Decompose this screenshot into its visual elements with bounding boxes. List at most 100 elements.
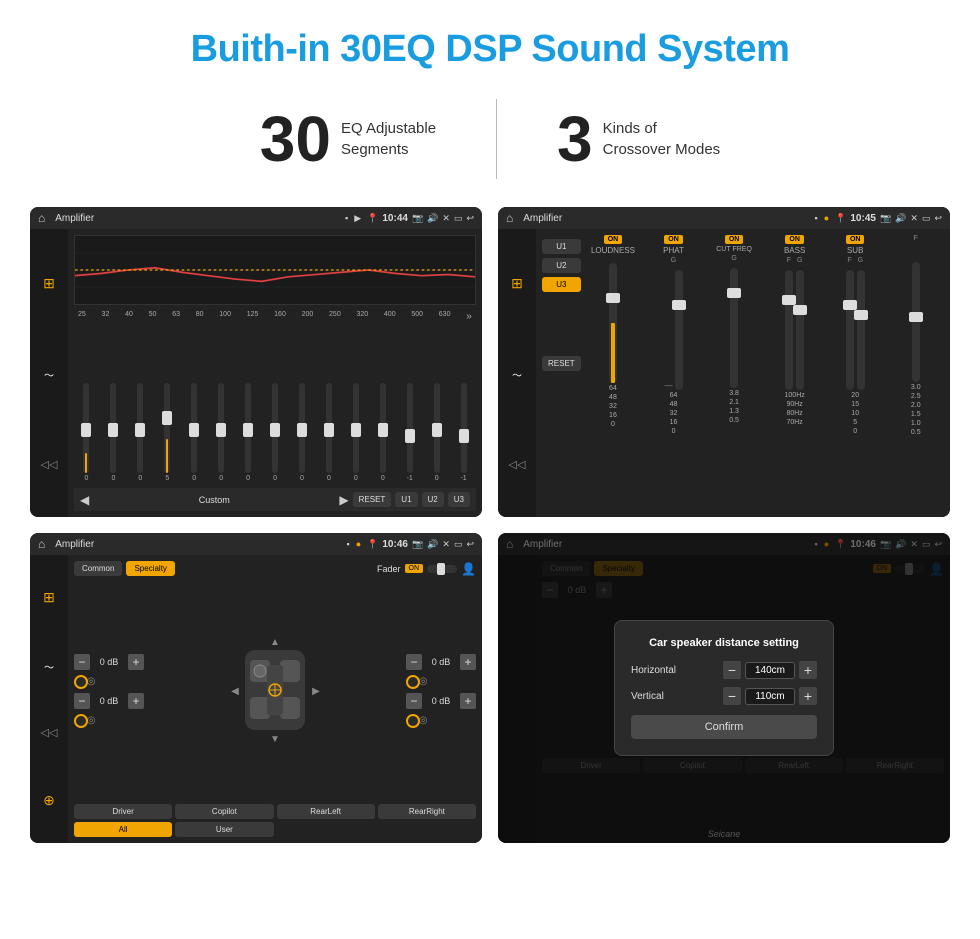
left-bot-minus[interactable]: − xyxy=(74,693,90,709)
spec-bt-icon[interactable]: ⊕ xyxy=(43,792,55,809)
eq-track-6[interactable] xyxy=(245,383,251,473)
eq-track-11[interactable] xyxy=(380,383,386,473)
ch-loudness-thumb[interactable] xyxy=(606,293,620,303)
ch-bass-thumb2[interactable] xyxy=(793,305,807,315)
play-icon-1[interactable]: ▶ xyxy=(354,213,361,224)
dialog-horizontal-plus[interactable]: + xyxy=(799,661,817,679)
crossover-wave-icon[interactable]: 〜 xyxy=(512,367,522,382)
left-top-plus[interactable]: + xyxy=(128,654,144,670)
eq-track-3[interactable] xyxy=(164,383,170,473)
ch-sub-thumb1[interactable] xyxy=(843,300,857,310)
home-icon-1[interactable]: ⌂ xyxy=(38,211,45,225)
crossover-eq-icon[interactable]: ⊞ xyxy=(511,275,523,292)
right-bot-plus[interactable]: + xyxy=(460,693,476,709)
spec-rearright-btn[interactable]: RearRight xyxy=(378,804,476,819)
speaker-dot-rl[interactable] xyxy=(74,714,88,728)
speaker-dot-rr[interactable] xyxy=(406,714,420,728)
ch-phat-thumb[interactable] xyxy=(672,300,686,310)
speaker-dot-fr[interactable] xyxy=(406,675,420,689)
ch-loudness-on[interactable]: ON xyxy=(604,235,623,244)
screen-icon-3[interactable]: ▭ xyxy=(454,539,463,550)
spec-eq-icon[interactable]: ⊞ xyxy=(43,589,55,606)
ch-sub-track2[interactable] xyxy=(857,270,865,390)
dialog-horizontal-minus[interactable]: − xyxy=(723,661,741,679)
speaker-dot-fl[interactable] xyxy=(74,675,88,689)
ch-phat-on[interactable]: ON xyxy=(664,235,683,244)
eq-reset-btn[interactable]: RESET xyxy=(353,492,392,507)
spec-specialty-tab[interactable]: Specialty xyxy=(126,561,174,576)
back-icon-2[interactable]: ↩ xyxy=(934,213,942,224)
screen-icon-2[interactable]: ▭ xyxy=(922,213,931,224)
ch-sub-thumb2[interactable] xyxy=(854,310,868,320)
spec-common-tab[interactable]: Common xyxy=(74,561,122,576)
dialog-vertical-minus[interactable]: − xyxy=(723,687,741,705)
eq-track-12[interactable] xyxy=(407,383,413,473)
eq-prev-btn[interactable]: ◀ xyxy=(80,493,89,507)
preset-u1-btn[interactable]: U1 xyxy=(542,239,581,254)
left-bot-plus[interactable]: + xyxy=(128,693,144,709)
crossover-reset-btn[interactable]: RESET xyxy=(542,356,581,371)
eq-track-8[interactable] xyxy=(299,383,305,473)
ch-sub-track1[interactable] xyxy=(846,270,854,390)
ch-extra-track[interactable] xyxy=(912,262,920,382)
home-icon-3[interactable]: ⌂ xyxy=(38,537,45,551)
eq-track-0[interactable] xyxy=(83,383,89,473)
spec-all-btn[interactable]: All xyxy=(74,822,172,837)
eq-u3-btn[interactable]: U3 xyxy=(448,492,470,507)
fader-track[interactable] xyxy=(427,565,457,573)
ch-cutfreq-track[interactable] xyxy=(730,268,738,388)
fader-thumb[interactable] xyxy=(437,563,445,575)
ch-bass-thumb1[interactable] xyxy=(782,295,796,305)
right-bot-minus[interactable]: − xyxy=(406,693,422,709)
spec-user-btn[interactable]: User xyxy=(175,822,273,837)
eq-track-4[interactable] xyxy=(191,383,197,473)
preset-u3-btn[interactable]: U3 xyxy=(542,277,581,292)
left-top-minus[interactable]: − xyxy=(74,654,90,670)
back-icon-3[interactable]: ↩ xyxy=(466,539,474,550)
close-icon-3[interactable]: ✕ xyxy=(442,539,450,550)
eq-track-5[interactable] xyxy=(218,383,224,473)
close-icon-1[interactable]: ✕ xyxy=(442,213,450,224)
home-icon-2[interactable]: ⌂ xyxy=(506,211,513,225)
ch-bass-track1[interactable] xyxy=(785,270,793,390)
ch-cutfreq-thumb[interactable] xyxy=(727,288,741,298)
ch-phat-track[interactable] xyxy=(675,270,683,390)
eq-label-1: 32 xyxy=(102,311,110,322)
dialog-confirm-button[interactable]: Confirm xyxy=(631,715,817,739)
fader-on-badge[interactable]: ON xyxy=(405,564,424,573)
eq-track-13[interactable] xyxy=(434,383,440,473)
eq-track-9[interactable] xyxy=(326,383,332,473)
dialog-vertical-plus[interactable]: + xyxy=(799,687,817,705)
ch-bass-on[interactable]: ON xyxy=(785,235,804,244)
eq-track-10[interactable] xyxy=(353,383,359,473)
eq-u2-btn[interactable]: U2 xyxy=(422,492,444,507)
close-icon-2[interactable]: ✕ xyxy=(910,213,918,224)
spec-wave-icon[interactable]: 〜 xyxy=(44,659,54,674)
eq-next-btn[interactable]: ▶ xyxy=(339,493,348,507)
eq-wave-icon[interactable]: 〜 xyxy=(44,367,54,382)
back-icon-1[interactable]: ↩ xyxy=(466,213,474,224)
preset-u2-btn[interactable]: U2 xyxy=(542,258,581,273)
ch-bass-track2[interactable] xyxy=(796,270,804,390)
ch-loudness-track[interactable] xyxy=(609,263,617,383)
ch-cutfreq-on[interactable]: ON xyxy=(725,235,744,244)
eq-sliders-icon[interactable]: ⊞ xyxy=(43,275,55,292)
eq-track-7[interactable] xyxy=(272,383,278,473)
spec-rearleft-btn[interactable]: RearLeft xyxy=(277,804,375,819)
eq-track-14[interactable] xyxy=(461,383,467,473)
left-bot-icons: ◎ ◎ xyxy=(74,715,144,726)
spec-copilot-btn[interactable]: Copilot xyxy=(175,804,273,819)
eq-track-1[interactable] xyxy=(110,383,116,473)
screen-icon-1[interactable]: ▭ xyxy=(454,213,463,224)
ch-extra-thumb[interactable] xyxy=(909,312,923,322)
spec-spk-icon[interactable]: ◁◁ xyxy=(41,726,58,739)
profile-icon[interactable]: 👤 xyxy=(461,562,476,576)
spec-driver-btn[interactable]: Driver xyxy=(74,804,172,819)
right-top-plus[interactable]: + xyxy=(460,654,476,670)
right-top-minus[interactable]: − xyxy=(406,654,422,670)
eq-speaker-icon[interactable]: ◁◁ xyxy=(41,458,58,471)
ch-sub-on[interactable]: ON xyxy=(846,235,865,244)
crossover-spk-icon[interactable]: ◁◁ xyxy=(509,458,526,471)
eq-u1-btn[interactable]: U1 xyxy=(395,492,417,507)
eq-track-2[interactable] xyxy=(137,383,143,473)
